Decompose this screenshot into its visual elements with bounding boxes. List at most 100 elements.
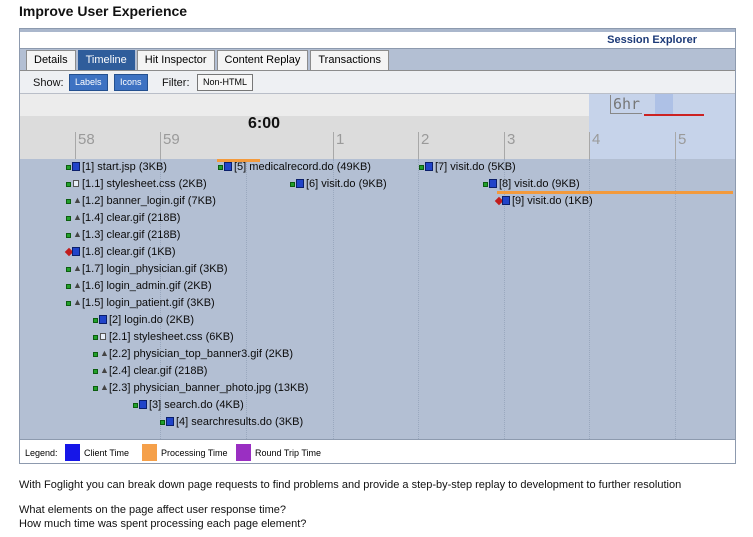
request-label: [2.2] physician_top_banner3.gif (2KB) <box>109 348 294 360</box>
request-row[interactable]: ▲ [1.4] clear.gif (218B) <box>66 210 180 226</box>
page-request-icon <box>93 315 107 325</box>
legend-item-label: Processing Time <box>161 448 228 458</box>
gridline <box>418 159 419 439</box>
request-label: [5] medicalrecord.do (49KB) <box>234 161 371 173</box>
labels-toggle-button[interactable]: Labels <box>69 74 108 91</box>
request-label: [7] visit.do (5KB) <box>435 161 516 173</box>
request-row[interactable]: [1.1] stylesheet.css (2KB) <box>66 176 207 192</box>
image-icon: ▲ <box>93 349 109 359</box>
client-time-swatch <box>65 444 80 461</box>
non-html-filter-button[interactable]: Non-HTML <box>197 74 254 91</box>
image-icon: ▲ <box>93 366 109 376</box>
tick-label: 3 <box>504 132 515 159</box>
request-label: [1.6] login_admin.gif (2KB) <box>82 280 212 292</box>
request-row[interactable]: ▲ [1.6] login_admin.gif (2KB) <box>66 278 212 294</box>
request-label: [9] visit.do (1KB) <box>512 195 593 207</box>
tab-bar: Details Timeline Hit Inspector Content R… <box>26 50 389 70</box>
range-selector-handle[interactable] <box>655 94 673 116</box>
tab-transactions[interactable]: Transactions <box>310 50 389 70</box>
request-row[interactable]: [8] visit.do (9KB) <box>483 176 580 192</box>
request-label: [1.2] banner_login.gif (7KB) <box>82 195 216 207</box>
page-request-icon <box>160 417 174 427</box>
request-label: [1.4] clear.gif (218B) <box>82 212 181 224</box>
request-row[interactable]: [5] medicalrecord.do (49KB) <box>218 159 371 175</box>
legend-item-label: Client Time <box>84 448 130 458</box>
request-row[interactable]: ▲ [1.5] login_patient.gif (3KB) <box>66 295 215 311</box>
icons-toggle-button[interactable]: Icons <box>114 74 148 91</box>
request-row[interactable]: ▲ [1.2] banner_login.gif (7KB) <box>66 193 216 209</box>
request-row[interactable]: [2.1] stylesheet.css (6KB) <box>93 329 234 345</box>
page-request-icon <box>218 162 232 172</box>
request-row[interactable]: [2] login.do (2KB) <box>93 312 194 328</box>
request-row[interactable]: ▲ [2.4] clear.gif (218B) <box>93 363 207 379</box>
image-icon: ▲ <box>66 230 82 240</box>
timeline-toolbar: Show: Labels Icons Filter: Non-HTML <box>20 70 735 94</box>
show-label: Show: <box>33 77 64 89</box>
request-label: [1.5] login_patient.gif (3KB) <box>82 297 215 309</box>
request-label: [1.1] stylesheet.css (2KB) <box>82 178 207 190</box>
request-label: [1.3] clear.gif (218B) <box>82 229 181 241</box>
page-title: Improve User Experience <box>19 3 188 19</box>
page-request-icon <box>483 179 497 189</box>
request-row[interactable]: [4] searchresults.do (3KB) <box>160 414 303 430</box>
request-row[interactable]: [1] start.jsp (3KB) <box>66 159 167 175</box>
page-request-icon <box>419 162 433 172</box>
request-row[interactable]: [3] search.do (4KB) <box>133 397 244 413</box>
request-row[interactable]: ▲ [1.3] clear.gif (218B) <box>66 227 180 243</box>
range-marker-line <box>644 114 704 116</box>
tick-label: 1 <box>333 132 344 159</box>
request-row[interactable]: [1.8] clear.gif (1KB) <box>64 244 176 260</box>
request-row[interactable]: [9] visit.do (1KB) <box>494 193 593 209</box>
error-page-icon <box>494 196 510 206</box>
request-label: [1.7] login_physician.gif (3KB) <box>82 263 228 275</box>
tick-label: 58 <box>75 132 95 159</box>
request-row[interactable]: [7] visit.do (5KB) <box>419 159 516 175</box>
error-page-icon <box>64 247 80 257</box>
gridline <box>675 159 676 439</box>
request-label: [3] search.do (4KB) <box>149 399 244 411</box>
request-label: [2.3] physician_banner_photo.jpg (13KB) <box>109 382 309 394</box>
image-icon: ▲ <box>66 281 82 291</box>
request-row[interactable]: ▲ [1.7] login_physician.gif (3KB) <box>66 261 228 277</box>
gridline <box>333 159 334 439</box>
image-icon: ▲ <box>93 383 109 393</box>
tab-timeline[interactable]: Timeline <box>77 50 135 70</box>
image-icon: ▲ <box>66 213 82 223</box>
page-request-icon <box>133 400 147 410</box>
stylesheet-icon <box>93 332 107 342</box>
request-waterfall: [1] start.jsp (3KB) [1.1] stylesheet.css… <box>20 159 735 439</box>
legend: Legend: Client Time Processing Time Roun… <box>20 439 735 463</box>
explorer-header: Session Explorer <box>20 29 735 49</box>
tab-content-replay[interactable]: Content Replay <box>216 50 309 70</box>
request-row[interactable]: ▲ [2.2] physician_top_banner3.gif (2KB) <box>93 346 293 362</box>
session-explorer-panel: Session Explorer Details Timeline Hit In… <box>19 28 736 464</box>
gridline <box>246 159 247 439</box>
request-label: [2] login.do (2KB) <box>109 314 194 326</box>
tab-details[interactable]: Details <box>26 50 76 70</box>
image-icon: ▲ <box>66 196 82 206</box>
filter-label: Filter: <box>162 77 190 89</box>
time-ruler: 6hr 58 59 6:00 1 2 3 4 5 <box>20 94 735 159</box>
request-label: [2.1] stylesheet.css (6KB) <box>109 331 234 343</box>
stylesheet-icon <box>66 179 80 189</box>
image-icon: ▲ <box>66 298 82 308</box>
caption-line-1: With Foglight you can break down page re… <box>19 479 682 491</box>
request-label: [1] start.jsp (3KB) <box>82 161 167 173</box>
timeline-area[interactable]: 6hr 58 59 6:00 1 2 3 4 5 [1] start.jsp (… <box>20 94 735 463</box>
explorer-title: Session Explorer <box>607 34 697 46</box>
legend-item-label: Round Trip Time <box>255 448 322 458</box>
tick-label: 59 <box>160 132 180 159</box>
processing-time-swatch <box>142 444 157 461</box>
page-request-icon <box>290 179 304 189</box>
request-label: [6] visit.do (9KB) <box>306 178 387 190</box>
hour-label: 6hr <box>610 95 643 114</box>
request-label: [4] searchresults.do (3KB) <box>176 416 304 428</box>
image-icon: ▲ <box>66 264 82 274</box>
request-label: [1.8] clear.gif (1KB) <box>82 246 176 258</box>
round-trip-time-swatch <box>236 444 251 461</box>
request-row[interactable]: [6] visit.do (9KB) <box>290 176 387 192</box>
request-row[interactable]: ▲ [2.3] physician_banner_photo.jpg (13KB… <box>93 380 308 396</box>
page-request-icon <box>66 162 80 172</box>
caption-line-2: What elements on the page affect user re… <box>19 504 287 516</box>
tab-hit-inspector[interactable]: Hit Inspector <box>136 50 215 70</box>
